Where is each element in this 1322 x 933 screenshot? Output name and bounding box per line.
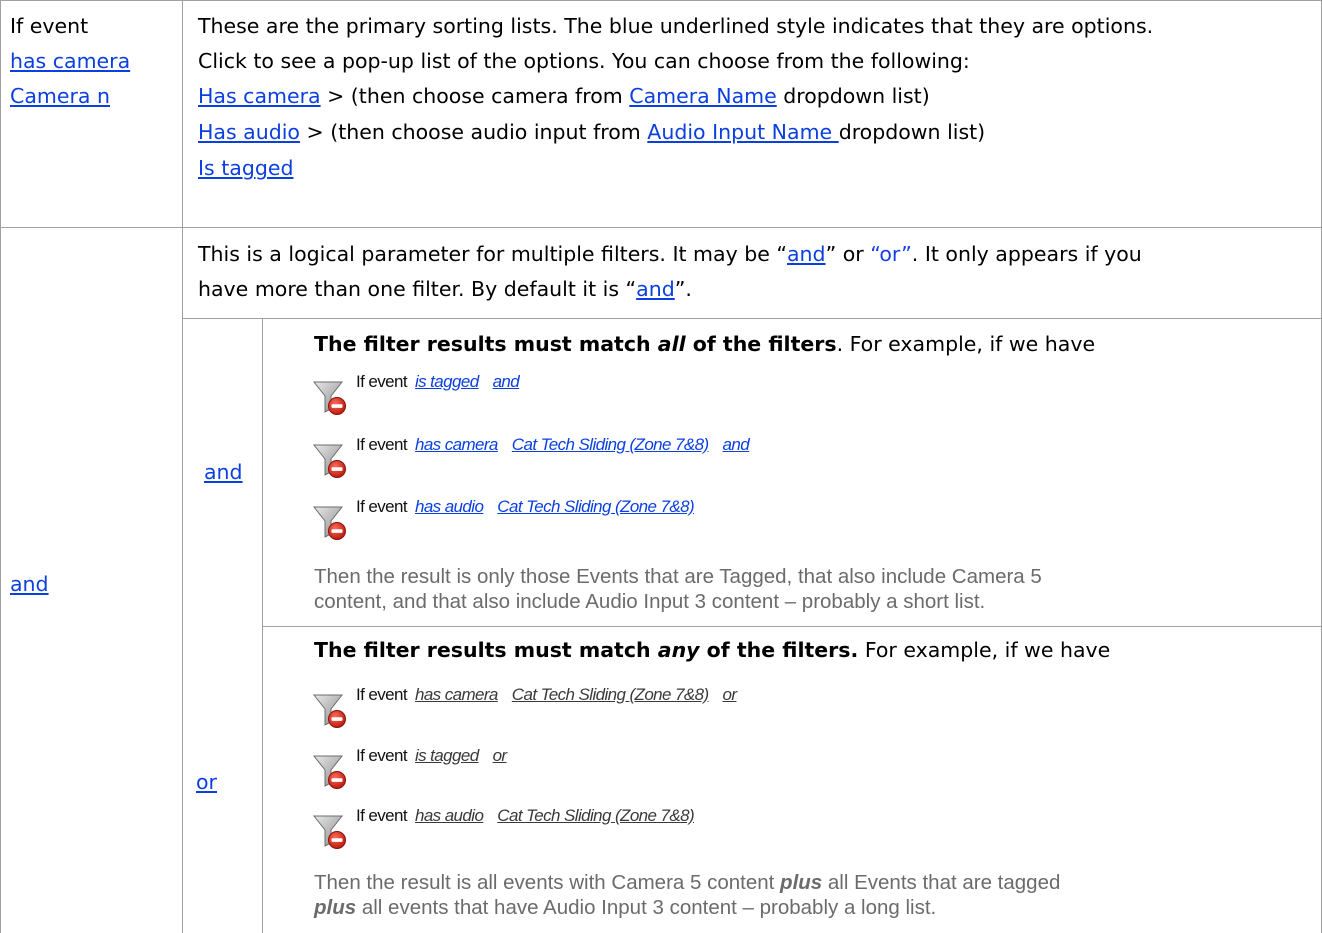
filter-remove-icon[interactable] xyxy=(312,439,352,479)
or-filter-link[interactable]: or xyxy=(493,746,508,765)
filter-remove-icon[interactable] xyxy=(312,689,352,729)
filter-remove-icon[interactable] xyxy=(312,750,352,790)
audio-input-name-link[interactable]: Audio Input Name xyxy=(647,120,838,144)
audio-name-filter-link[interactable]: Cat Tech Sliding (Zone 7&8) xyxy=(497,497,694,516)
logic-intro-line1: This is a logical parameter for multiple… xyxy=(198,242,1142,266)
or-result-line1: Then the result is all events with Camer… xyxy=(314,871,1061,894)
col-divider-2 xyxy=(262,318,263,933)
row1-line2: Click to see a pop-up list of the option… xyxy=(198,49,970,73)
has-camera-option-link[interactable]: Has camera xyxy=(198,84,321,108)
intro-and-link[interactable]: and xyxy=(787,242,826,266)
is-tagged-filter-link[interactable]: is tagged xyxy=(415,372,479,391)
is-tagged-filter-link[interactable]: is tagged xyxy=(415,746,479,765)
or-block-link[interactable]: or xyxy=(196,768,217,796)
has-audio-option-link[interactable]: Has audio xyxy=(198,120,300,144)
and-filter-link[interactable]: and xyxy=(493,372,520,391)
filter-remove-icon[interactable] xyxy=(312,501,352,541)
has-camera-link[interactable]: has camera xyxy=(10,47,130,75)
and-block-link[interactable]: and xyxy=(204,458,243,486)
filter-remove-icon[interactable] xyxy=(312,376,352,416)
intro-divider xyxy=(183,318,1322,319)
row1-line1: These are the primary sorting lists. The… xyxy=(198,14,1154,38)
and-filter-link[interactable]: and xyxy=(723,435,750,454)
has-camera-filter-link[interactable]: has camera xyxy=(415,435,498,454)
and-result-line2: content, and that also include Audio Inp… xyxy=(314,590,986,613)
camera-n-link[interactable]: Camera n xyxy=(10,82,110,110)
camera-name-link[interactable]: Camera Name xyxy=(629,84,776,108)
intro-or-text: “or” xyxy=(870,242,912,266)
camera-name-filter-link[interactable]: Cat Tech Sliding (Zone 7&8) xyxy=(512,685,709,704)
or-heading: The filter results must match any of the… xyxy=(314,638,1111,662)
and-heading: The filter results must match all of the… xyxy=(314,332,1096,356)
or-filter-link[interactable]: or xyxy=(723,685,738,704)
and-or-divider xyxy=(262,626,1322,627)
logic-intro-line2: have more than one filter. By default it… xyxy=(198,277,692,301)
has-audio-filter-link[interactable]: has audio xyxy=(415,497,484,516)
table-left-border xyxy=(0,0,1,933)
option-has-camera: Has camera > (then choose camera from Ca… xyxy=(198,84,930,108)
filter-remove-icon[interactable] xyxy=(312,810,352,850)
table-top-border xyxy=(0,0,1322,1)
and-result-line1: Then the result is only those Events tha… xyxy=(314,565,1042,588)
col-divider-1 xyxy=(182,0,183,933)
is-tagged-option-link[interactable]: Is tagged xyxy=(198,154,294,182)
has-camera-filter-link[interactable]: has camera xyxy=(415,685,498,704)
or-result-line2: plus all events that have Audio Input 3 … xyxy=(314,896,937,919)
intro-and-link-2[interactable]: and xyxy=(636,277,675,301)
if-event-label: If event xyxy=(10,14,89,38)
and-row-link[interactable]: and xyxy=(10,570,49,598)
camera-name-filter-link[interactable]: Cat Tech Sliding (Zone 7&8) xyxy=(512,435,709,454)
has-audio-filter-link[interactable]: has audio xyxy=(415,806,484,825)
row-divider-1 xyxy=(0,227,1322,228)
audio-name-filter-link[interactable]: Cat Tech Sliding (Zone 7&8) xyxy=(497,806,694,825)
option-has-audio: Has audio > (then choose audio input fro… xyxy=(198,120,986,144)
